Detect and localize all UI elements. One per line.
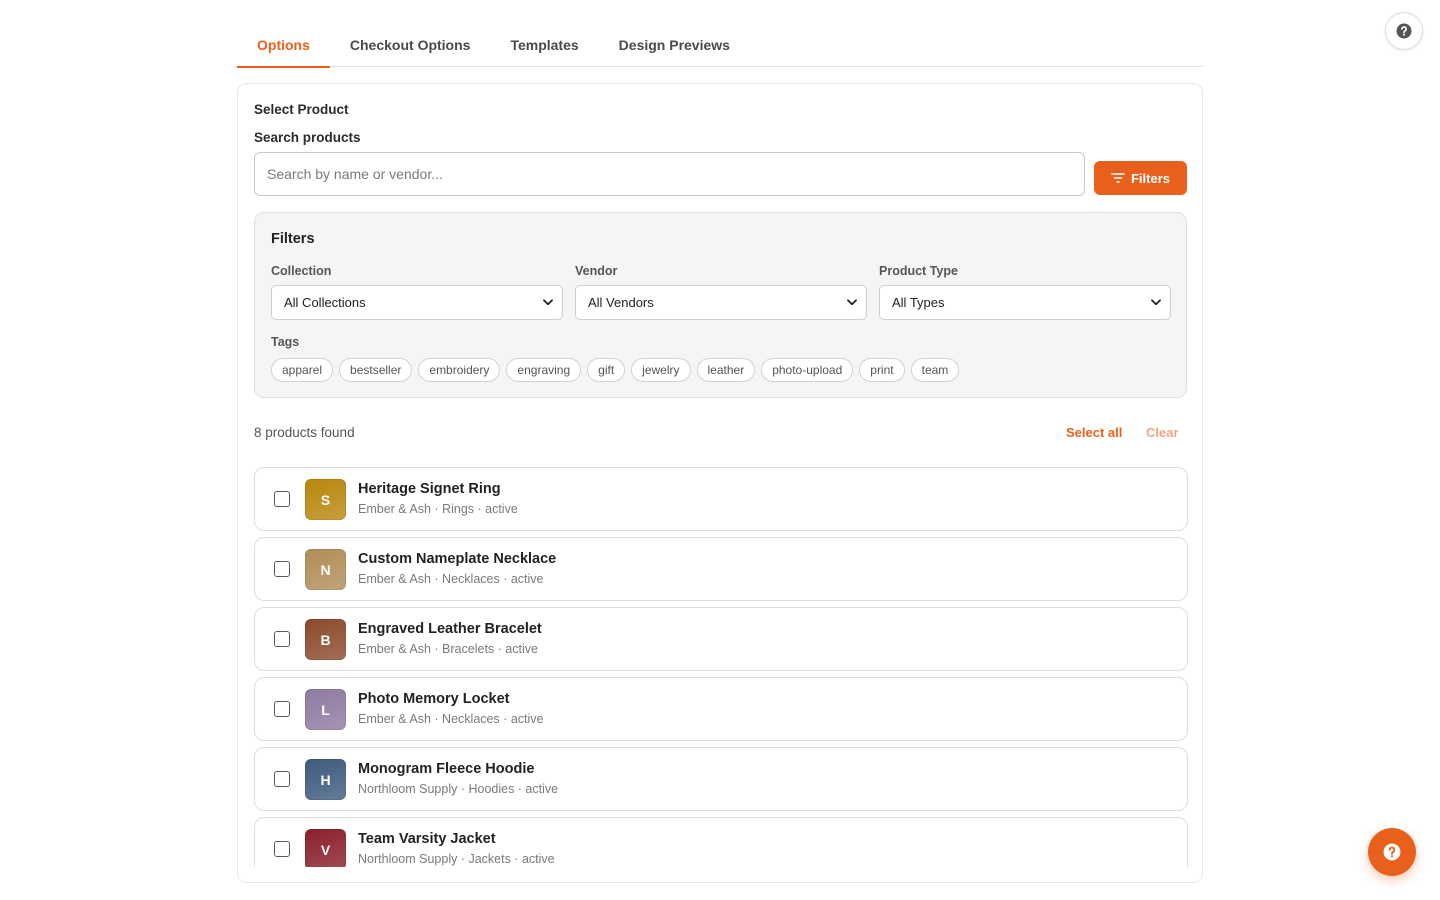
product-name: Monogram Fleece Hoodie xyxy=(358,761,535,777)
product-name: Custom Nameplate Necklace xyxy=(358,551,557,567)
product-type-label: Product Type xyxy=(879,264,958,278)
question-circle-icon xyxy=(1396,23,1412,39)
tag-chip-bestseller[interactable]: bestseller xyxy=(339,358,413,382)
product-checkbox[interactable] xyxy=(274,771,290,787)
chevron-down-icon xyxy=(1151,299,1161,306)
clear-button[interactable]: Clear xyxy=(1146,425,1179,440)
tag-chip-photo-upload[interactable]: photo-upload xyxy=(761,358,854,382)
product-meta: Northloom Supply · Jackets · active xyxy=(358,852,555,866)
tag-chip-gift[interactable]: gift xyxy=(587,358,626,382)
product-thumbnail: L xyxy=(305,689,346,730)
tag-chip-engraving[interactable]: engraving xyxy=(506,358,582,382)
product-thumbnail: S xyxy=(305,479,346,520)
collection-select-value: All Collections xyxy=(284,295,366,310)
product-row[interactable]: B Engraved Leather Bracelet Ember & Ash … xyxy=(254,607,1188,671)
tag-chip-team[interactable]: team xyxy=(910,358,960,382)
tab-options[interactable]: Options xyxy=(237,22,330,68)
product-row[interactable]: V Team Varsity Jacket Northloom Supply ·… xyxy=(254,817,1188,867)
product-name: Photo Memory Locket xyxy=(358,691,510,707)
product-checkbox[interactable] xyxy=(274,701,290,717)
filters-button-label: Filters xyxy=(1130,170,1170,186)
product-thumbnail: N xyxy=(305,549,346,590)
section-title: Select Product xyxy=(254,102,349,117)
tags-label: Tags xyxy=(271,335,300,349)
product-name: Heritage Signet Ring xyxy=(358,481,501,497)
product-name: Engraved Leather Bracelet xyxy=(358,621,542,637)
product-row[interactable]: S Heritage Signet Ring Ember & Ash · Rin… xyxy=(254,467,1188,531)
product-meta: Ember & Ash · Necklaces · active xyxy=(358,712,544,726)
filter-lines-icon xyxy=(1111,173,1125,183)
product-checkbox[interactable] xyxy=(274,631,290,647)
tag-chip-apparel[interactable]: apparel xyxy=(271,358,334,382)
product-checkbox[interactable] xyxy=(274,491,290,507)
help-button[interactable] xyxy=(1385,12,1423,50)
product-row[interactable]: L Photo Memory Locket Ember & Ash · Neck… xyxy=(254,677,1188,741)
search-label: Search products xyxy=(254,130,361,145)
product-row[interactable]: H Monogram Fleece Hoodie Northloom Suppl… xyxy=(254,747,1188,811)
filters-panel: Filters Collection All Collections Vendo… xyxy=(254,212,1187,398)
tag-chip-jewelry[interactable]: jewelry xyxy=(631,358,691,382)
product-checkbox[interactable] xyxy=(274,841,290,857)
product-meta: Ember & Ash · Necklaces · active xyxy=(358,572,544,586)
tag-list: apparel bestseller embroidery engraving … xyxy=(271,358,960,382)
product-type-select-value: All Types xyxy=(892,295,945,310)
search-input[interactable] xyxy=(254,152,1085,196)
filters-title: Filters xyxy=(271,231,315,247)
collection-select[interactable]: All Collections xyxy=(271,285,563,320)
collection-label: Collection xyxy=(271,264,332,278)
question-circle-icon xyxy=(1383,843,1401,861)
results-count: 8 products found xyxy=(254,425,355,440)
product-list: S Heritage Signet Ring Ember & Ash · Rin… xyxy=(254,467,1188,867)
tag-chip-leather[interactable]: leather xyxy=(696,358,756,382)
product-checkbox[interactable] xyxy=(274,561,290,577)
tab-design-previews[interactable]: Design Previews xyxy=(599,22,750,67)
tab-templates[interactable]: Templates xyxy=(490,22,598,67)
product-selector-card: Select Product Search products Filters F… xyxy=(237,83,1203,883)
product-thumbnail: H xyxy=(305,759,346,800)
tab-bar: Options Checkout Options Templates Desig… xyxy=(237,22,1203,68)
tag-chip-print[interactable]: print xyxy=(859,358,905,382)
chevron-down-icon xyxy=(847,299,857,306)
vendor-select[interactable]: All Vendors xyxy=(575,285,867,320)
help-fab-button[interactable] xyxy=(1368,828,1416,876)
product-meta: Ember & Ash · Bracelets · active xyxy=(358,642,538,656)
select-all-button[interactable]: Select all xyxy=(1066,425,1122,440)
product-name: Team Varsity Jacket xyxy=(358,831,496,847)
tag-chip-embroidery[interactable]: embroidery xyxy=(418,358,501,382)
tab-checkout-options[interactable]: Checkout Options xyxy=(330,22,491,67)
product-type-select[interactable]: All Types xyxy=(879,285,1171,320)
vendor-label: Vendor xyxy=(575,264,618,278)
product-meta: Ember & Ash · Rings · active xyxy=(358,502,518,516)
chevron-down-icon xyxy=(543,299,553,306)
product-row[interactable]: N Custom Nameplate Necklace Ember & Ash … xyxy=(254,537,1188,601)
vendor-select-value: All Vendors xyxy=(588,295,654,310)
product-meta: Northloom Supply · Hoodies · active xyxy=(358,782,559,796)
product-thumbnail: V xyxy=(305,829,346,867)
product-thumbnail: B xyxy=(305,619,346,660)
filters-button[interactable]: Filters xyxy=(1094,161,1187,195)
